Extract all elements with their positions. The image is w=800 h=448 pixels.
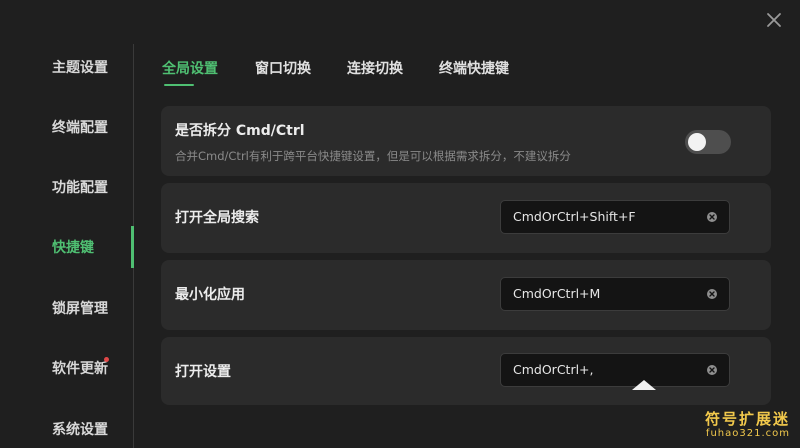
- update-badge: [104, 357, 109, 362]
- shortcut-label: 最小化应用: [175, 287, 245, 303]
- tab-terminal-shortcuts[interactable]: 终端快捷键: [439, 58, 509, 80]
- shortcut-value: CmdOrCtrl+M: [513, 286, 601, 301]
- clear-icon[interactable]: [707, 212, 717, 222]
- tab-global[interactable]: 全局设置: [162, 58, 218, 80]
- watermark-url: fuhao321.com: [705, 428, 790, 439]
- close-icon: [767, 13, 781, 27]
- shortcut-value: CmdOrCtrl+,: [513, 362, 594, 377]
- sidebar-item-updates[interactable]: 软件更新: [52, 357, 108, 381]
- sidebar-item-theme[interactable]: 主题设置: [52, 56, 108, 80]
- tab-window-switch[interactable]: 窗口切换: [255, 58, 311, 80]
- sidebar-item-features[interactable]: 功能配置: [52, 176, 108, 200]
- shortcut-card-global-search: 打开全局搜索 CmdOrCtrl+Shift+F: [161, 183, 771, 253]
- watermark: 符号扩展迷 fuhao321.com: [692, 404, 800, 448]
- tab-active-underline: [164, 84, 194, 86]
- cursor-pointer-icon: [632, 380, 656, 390]
- shortcut-label: 打开设置: [175, 364, 231, 380]
- split-cmd-card: 是否拆分 Cmd/Ctrl 合并Cmd/Ctrl有利于跨平台快捷键设置，但是可以…: [161, 106, 771, 176]
- shortcut-card-open-settings: 打开设置 CmdOrCtrl+,: [161, 337, 771, 405]
- shortcut-label: 打开全局搜索: [175, 210, 259, 226]
- split-cmd-toggle[interactable]: [685, 130, 731, 154]
- watermark-title: 符号扩展迷: [704, 410, 790, 428]
- shortcut-value: CmdOrCtrl+Shift+F: [513, 209, 636, 224]
- close-button[interactable]: [762, 8, 786, 32]
- split-cmd-description: 合并Cmd/Ctrl有利于跨平台快捷键设置，但是可以根据需求拆分，不建议拆分: [175, 149, 571, 163]
- shortcut-input-global-search[interactable]: CmdOrCtrl+Shift+F: [500, 200, 730, 234]
- shortcut-input-minimize[interactable]: CmdOrCtrl+M: [500, 277, 730, 311]
- shortcut-input-open-settings[interactable]: CmdOrCtrl+,: [500, 353, 730, 387]
- sidebar-item-terminal[interactable]: 终端配置: [52, 116, 108, 140]
- sidebar-item-lock-screen[interactable]: 锁屏管理: [52, 297, 108, 321]
- tab-connection-switch[interactable]: 连接切换: [347, 58, 403, 80]
- clear-icon[interactable]: [707, 365, 717, 375]
- sidebar-active-indicator: [131, 226, 134, 268]
- split-cmd-title: 是否拆分 Cmd/Ctrl: [175, 123, 305, 139]
- sidebar-item-shortcuts[interactable]: 快捷键: [52, 236, 94, 260]
- sidebar-item-system[interactable]: 系统设置: [52, 418, 108, 442]
- shortcut-card-minimize: 最小化应用 CmdOrCtrl+M: [161, 260, 771, 330]
- clear-icon[interactable]: [707, 289, 717, 299]
- toggle-knob: [688, 133, 706, 151]
